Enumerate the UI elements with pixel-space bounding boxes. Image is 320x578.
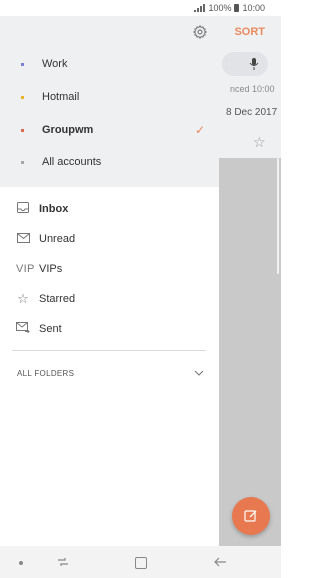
account-color-dot [21, 160, 24, 164]
folder-item-unread[interactable]: Unread [0, 224, 219, 254]
gear-icon[interactable] [193, 25, 207, 39]
recent-apps-icon[interactable] [56, 555, 70, 569]
folder-label: Unread [39, 233, 76, 245]
account-color-dot [21, 62, 24, 66]
inbox-icon [16, 202, 30, 216]
account-item-work[interactable]: Work [0, 48, 219, 80]
sent-icon [16, 322, 30, 336]
account-color-dot [21, 95, 24, 99]
battery-percent: 100% [208, 3, 232, 13]
account-item-all-accounts[interactable]: All accounts [0, 146, 219, 178]
sort-button[interactable]: SORT [234, 26, 265, 38]
compose-button[interactable] [232, 497, 270, 535]
chevron-down-icon [194, 370, 204, 376]
account-label: Groupwm [42, 124, 94, 136]
signal-icon [194, 4, 206, 12]
account-label: Work [42, 58, 68, 70]
system-navigation-bar [0, 546, 281, 578]
microphone-icon[interactable] [249, 58, 259, 73]
envelope-icon [16, 232, 30, 246]
back-icon[interactable] [213, 555, 227, 569]
account-label: All accounts [42, 156, 102, 168]
all-folders-label: ALL FOLDERS [17, 368, 75, 378]
checkmark-icon: ✓ [195, 123, 206, 137]
star-icon[interactable]: ☆ [253, 134, 266, 151]
all-folders-toggle[interactable]: ALL FOLDERS [0, 362, 219, 384]
folder-label: VIPs [39, 263, 63, 275]
search-bar[interactable] [222, 52, 268, 76]
folder-item-starred[interactable]: ☆ Starred [0, 284, 219, 314]
star-icon: ☆ [17, 291, 29, 306]
account-label: Hotmail [42, 91, 80, 103]
home-icon[interactable] [135, 557, 147, 569]
account-item-hotmail[interactable]: Hotmail [0, 81, 219, 113]
email-preview-date: 8 Dec 2017 [226, 107, 278, 118]
divider [12, 350, 206, 351]
battery-icon [234, 4, 240, 12]
folder-item-sent[interactable]: Sent [0, 314, 219, 344]
scrollbar[interactable] [277, 158, 279, 274]
account-item-groupwm[interactable]: Groupwm ✓ [0, 114, 219, 146]
folder-label: Sent [39, 323, 62, 335]
clock: 10:00 [242, 3, 265, 13]
folder-item-vips[interactable]: VIP VIPs [0, 254, 219, 284]
folder-item-inbox[interactable]: Inbox [0, 194, 219, 224]
folder-label: Starred [39, 293, 76, 305]
account-color-dot [21, 128, 24, 132]
email-preview-time: nced 10:00 [230, 84, 275, 94]
folder-label: Inbox [39, 203, 69, 215]
compose-icon [244, 510, 257, 522]
navigation-drawer: Work Hotmail Groupwm ✓ All accounts Inbo… [0, 16, 219, 546]
status-bar: 100% 10:00 [0, 0, 281, 16]
nav-dot-icon[interactable] [19, 561, 23, 565]
vip-icon: VIP [16, 263, 35, 275]
accounts-section: Work Hotmail Groupwm ✓ All accounts [0, 16, 219, 187]
